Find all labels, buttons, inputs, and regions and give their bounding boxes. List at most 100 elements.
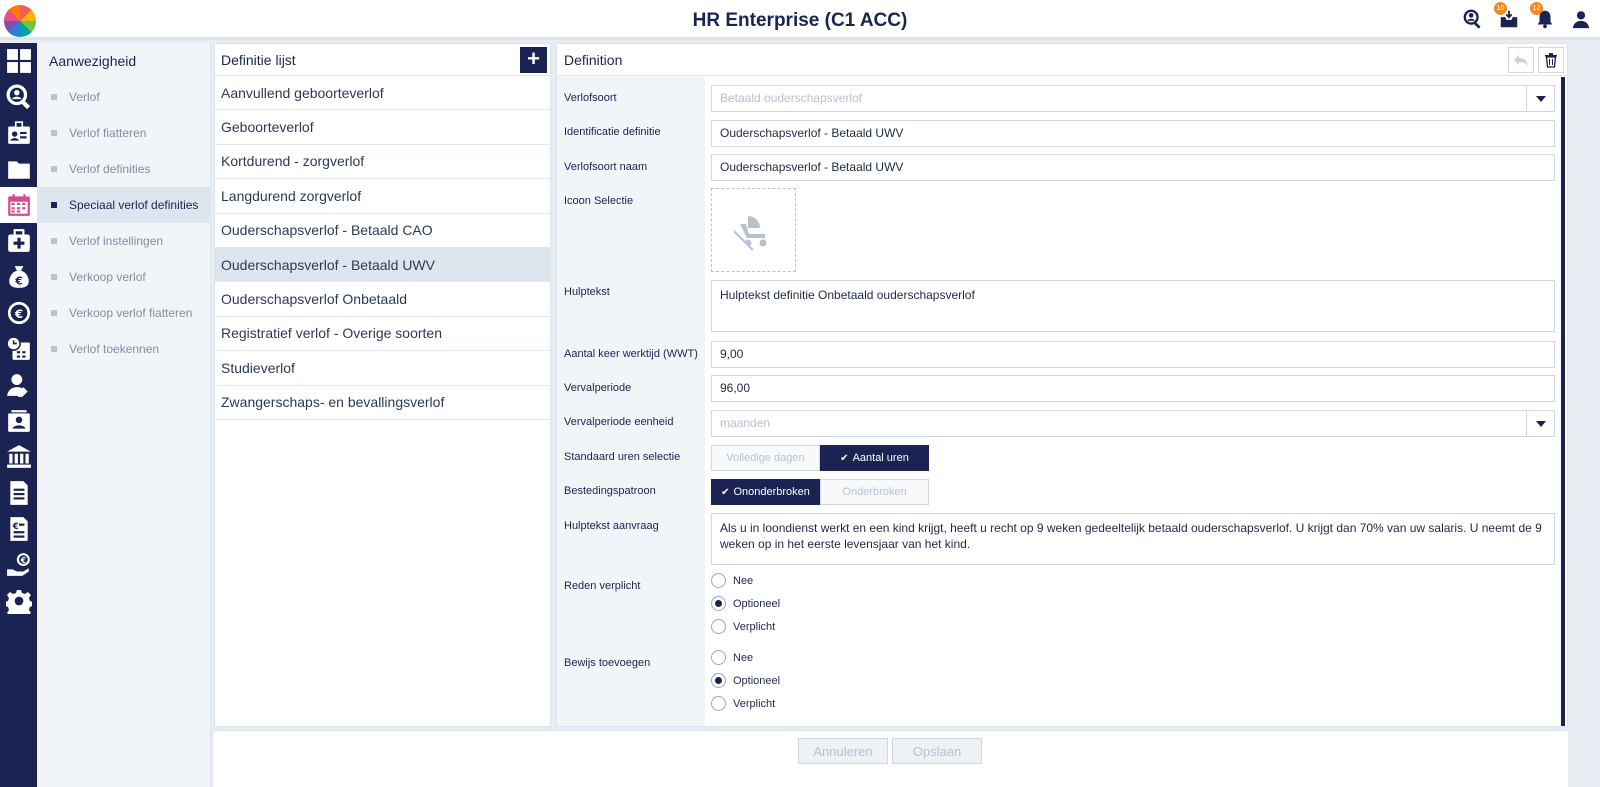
invoice-icon[interactable]: € <box>0 511 37 547</box>
submenu-item-label: Verlof instellingen <box>69 234 164 248</box>
submenu-item-verlof-fiatteren[interactable]: Verlof fiatteren <box>37 115 210 151</box>
radio-circle[interactable] <box>711 619 726 634</box>
user-edit-icon[interactable] <box>0 367 37 403</box>
reden-radio-nee[interactable]: Nee <box>711 573 753 588</box>
definition-detail-panel: Definition Verlofsoort Betaald ouderscha… <box>556 43 1568 727</box>
list-item[interactable]: Registratief verlof - Overige soorten <box>215 317 550 352</box>
hulptekst-aanvraag-textarea[interactable]: Als u in loondienst werkt en een kind kr… <box>711 513 1555 565</box>
list-item[interactable]: Ouderschapsverlof Onbetaald <box>215 282 550 317</box>
document-icon[interactable] <box>0 475 37 511</box>
bell-icon[interactable]: 12 <box>1530 2 1556 30</box>
list-item[interactable]: Zwangerschaps- en bevallingsverlof <box>215 386 550 420</box>
contact-card-icon[interactable] <box>0 403 37 439</box>
submenu-item-speciaal-verlof-definities[interactable]: Speciaal verlof definities <box>37 187 210 223</box>
search-person-icon[interactable] <box>0 79 37 115</box>
radio-circle[interactable] <box>711 696 726 711</box>
radio-label: Optioneel <box>733 674 781 687</box>
bullet-icon <box>51 94 57 100</box>
bell-badge: 12 <box>1530 2 1543 15</box>
top-bar: HR Enterprise (C1 ACC) 10 12 <box>0 0 1600 40</box>
list-item[interactable]: Langdurend zorgverlof <box>215 179 550 214</box>
stroller-icon <box>733 216 766 250</box>
radio-circle[interactable] <box>711 673 726 688</box>
reden-radio-optioneel[interactable]: Optioneel <box>711 596 780 611</box>
submenu-item-label: Verlof toekennen <box>69 342 160 356</box>
bullet-icon <box>51 130 57 136</box>
verlofsoort-label: Verlofsoort <box>564 92 617 104</box>
add-definition-button[interactable]: + <box>520 47 547 73</box>
scrollbar[interactable] <box>1561 77 1565 726</box>
submenu-item-verlof-toekennen[interactable]: Verlof toekennen <box>37 331 210 367</box>
verlofsoort-naam-label: Verlofsoort naam <box>564 161 648 173</box>
list-item[interactable]: Geboorteverlof <box>215 110 550 145</box>
list-item[interactable]: Aanvullend geboorteverlof <box>215 76 550 111</box>
delete-button[interactable] <box>1538 47 1564 73</box>
bestedingspatroon-toggle: Ononderbroken Onderbroken <box>711 479 929 505</box>
list-item[interactable]: Kortdurend - zorgverlof <box>215 145 550 180</box>
schedule-icon[interactable] <box>0 331 37 367</box>
list-item[interactable]: Studieverlof <box>215 351 550 386</box>
onderbroken-option[interactable]: Onderbroken <box>820 479 929 505</box>
bullet-icon <box>51 346 57 352</box>
icon-selector[interactable] <box>711 188 796 272</box>
list-item[interactable]: Ouderschapsverlof - Betaald CAO <box>215 214 550 248</box>
verlofsoort-naam-input[interactable]: Ouderschapsverlof - Betaald UWV <box>711 154 1555 181</box>
submenu: Aanwezigheid Verlof Verlof fiatteren Ver… <box>37 43 211 787</box>
euro-cycle-icon[interactable]: € <box>0 295 37 331</box>
bewijs-radio-verplicht[interactable]: Verplicht <box>711 696 775 711</box>
bullet-icon <box>51 310 57 316</box>
verlofsoort-select[interactable]: Betaald ouderschapsverlof <box>711 85 1555 112</box>
bewijs-radio-optioneel[interactable]: Optioneel <box>711 673 780 688</box>
ononderbroken-option[interactable]: Ononderbroken <box>711 479 820 505</box>
volledige-dagen-option[interactable]: Volledige dagen <box>711 445 820 471</box>
dashboard-icon[interactable] <box>0 43 37 79</box>
vervalperiode-eenheid-select[interactable]: maanden <box>711 410 1555 437</box>
bewijs-radio-nee[interactable]: Nee <box>711 650 753 665</box>
submenu-title: Aanwezigheid <box>49 53 137 69</box>
radio-circle[interactable] <box>711 596 726 611</box>
identificatie-input[interactable]: Ouderschapsverlof - Betaald UWV <box>711 120 1555 147</box>
bewijs-toevoegen-label: Bewijs toevoegen <box>564 657 651 669</box>
footer-bar: Annuleren Opslaan <box>214 730 1568 787</box>
money-bag-icon[interactable]: € <box>0 259 37 295</box>
radio-circle[interactable] <box>711 650 726 665</box>
save-button[interactable]: Opslaan <box>892 738 982 764</box>
hulptekst-textarea[interactable]: Hulptekst definitie Onbetaald ouderschap… <box>711 280 1555 332</box>
radio-label: Nee <box>733 651 754 664</box>
aantal-keer-input[interactable]: 9,00 <box>711 341 1555 368</box>
search-person-icon[interactable] <box>1462 8 1484 30</box>
svg-text:€: € <box>19 556 25 565</box>
svg-text:€: € <box>11 522 18 532</box>
submenu-item-verkoop-verlof[interactable]: Verkoop verlof <box>37 259 210 295</box>
bank-icon[interactable] <box>0 439 37 475</box>
aantal-keer-label: Aantal keer werktijd (WWT) <box>564 348 698 360</box>
calendar-icon[interactable] <box>0 187 37 223</box>
reden-radio-verplicht[interactable]: Verplicht <box>711 619 775 634</box>
undo-button[interactable] <box>1508 47 1534 73</box>
gear-icon[interactable] <box>0 583 37 619</box>
labels-column <box>557 77 705 726</box>
list-item-selected[interactable]: Ouderschapsverlof - Betaald UWV <box>215 247 550 283</box>
submenu-item-verlof-instellingen[interactable]: Verlof instellingen <box>37 223 210 259</box>
submenu-item-verkoop-verlof-fiatteren[interactable]: Verkoop verlof fiatteren <box>37 295 210 331</box>
submenu-item-verlof[interactable]: Verlof <box>37 79 210 115</box>
submenu-item-label: Verlof fiatteren <box>69 126 147 140</box>
main-nav-rail: € € € € <box>0 43 37 787</box>
svg-text:€: € <box>14 275 23 288</box>
chevron-down-icon[interactable] <box>1526 86 1554 111</box>
folder-icon[interactable] <box>0 151 37 187</box>
payment-hand-icon[interactable]: € <box>0 547 37 583</box>
submenu-item-label: Verlof definities <box>69 162 151 176</box>
inbox-icon[interactable]: 10 <box>1494 2 1520 30</box>
medical-kit-icon[interactable] <box>0 223 37 259</box>
aantal-uren-option[interactable]: Aantal uren <box>820 445 929 471</box>
radio-label: Optioneel <box>733 597 781 610</box>
cancel-button[interactable]: Annuleren <box>798 738 888 764</box>
vervalperiode-input[interactable]: 96,00 <box>711 375 1555 402</box>
radio-circle[interactable] <box>711 573 726 588</box>
user-icon[interactable] <box>1570 8 1592 30</box>
id-card-icon[interactable] <box>0 115 37 151</box>
submenu-item-label: Speciaal verlof definities <box>69 198 199 212</box>
submenu-item-verlof-definities[interactable]: Verlof definities <box>37 151 210 187</box>
chevron-down-icon[interactable] <box>1526 411 1554 436</box>
